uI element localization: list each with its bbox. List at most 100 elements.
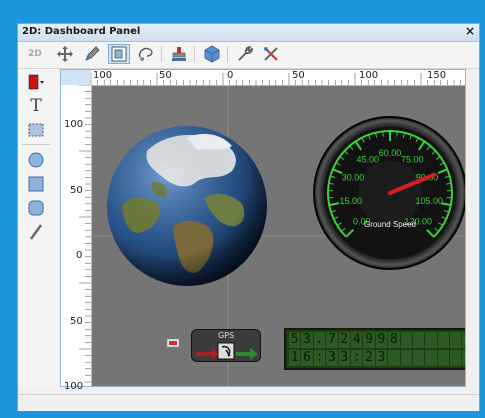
- ruler-label: 150: [427, 70, 447, 81]
- marquee-icon: [28, 123, 44, 137]
- lcd-cell: 2: [363, 350, 375, 366]
- lcd-cell: [412, 332, 425, 348]
- vertical-ruler: 100 50 0 50 100: [61, 85, 92, 392]
- gps-graphic: [196, 342, 258, 360]
- lcd-cell: [400, 332, 412, 348]
- title-bar[interactable]: 2D: Dashboard Panel ×: [18, 24, 479, 42]
- circle-icon: [28, 152, 44, 168]
- earth-globe[interactable]: [107, 126, 267, 286]
- gauge-tick: [396, 131, 398, 137]
- select-button[interactable]: [108, 44, 130, 64]
- toolbar-separator: [194, 46, 195, 62]
- text-icon: T: [30, 96, 42, 116]
- rounded-rect-tool-button[interactable]: [25, 198, 47, 218]
- lcd-cell: [437, 332, 450, 348]
- gauge-label: 45.00: [357, 155, 380, 165]
- shape-button[interactable]: [201, 44, 223, 64]
- color-picker-icon: [28, 74, 44, 90]
- gps-status-icon[interactable]: [166, 338, 180, 348]
- move-button[interactable]: [54, 44, 76, 64]
- lcd-cell: .: [313, 332, 326, 348]
- gauge-title: Ground Speed: [364, 220, 416, 229]
- lcd-cell: [412, 350, 425, 366]
- horizontal-ruler: 100 50 0 50 100 150: [91, 70, 465, 86]
- vertical-ruler-ticks: [79, 85, 91, 383]
- ruler-label: 50: [70, 185, 83, 196]
- pencil-button[interactable]: [81, 44, 103, 64]
- ruler-label: 100: [93, 70, 113, 81]
- wrench-button[interactable]: [234, 44, 256, 64]
- move-icon: [57, 46, 73, 62]
- lcd-cell: 3: [338, 350, 350, 366]
- gps-widget[interactable]: GPS: [191, 329, 261, 362]
- lcd-cell: 3: [375, 350, 388, 366]
- canvas-area: 100 50 0 50 100 150 100 50 0 50 100 0.00…: [60, 69, 466, 392]
- text-tool-button[interactable]: T: [25, 96, 47, 116]
- horizontal-ruler-ticks: [91, 73, 461, 85]
- select-icon: [111, 46, 127, 62]
- gps-lcd-display: 53.724998 16:33:23: [284, 328, 465, 370]
- lcd-cell: 3: [326, 350, 338, 366]
- close-button[interactable]: ×: [465, 24, 475, 38]
- ruler-label: 0: [76, 250, 83, 261]
- gauge-tick: [382, 131, 384, 137]
- wrench-icon: [238, 46, 253, 61]
- ruler-label: 50: [292, 70, 305, 81]
- lcd-cell: [388, 350, 400, 366]
- tools-button[interactable]: [260, 44, 282, 64]
- lcd-cell: [425, 332, 437, 348]
- rectangle-tool-button[interactable]: [25, 174, 47, 194]
- lcd-cell: [400, 350, 412, 366]
- lcd-cell: 9: [363, 332, 375, 348]
- shape-icon: [204, 45, 220, 63]
- lcd-cell: :: [350, 350, 363, 366]
- lcd-cell: 5: [289, 332, 301, 348]
- ground-speed-gauge[interactable]: 0.0015.0030.0045.0060.0075.0090.00105.00…: [313, 116, 465, 270]
- circle-tool-button[interactable]: [25, 150, 47, 170]
- pencil-icon: [85, 46, 100, 61]
- gauge-label: 60.00: [379, 148, 402, 158]
- lcd-cell: [450, 332, 462, 348]
- line-tool-button[interactable]: [25, 222, 47, 242]
- tools-icon: [264, 47, 278, 61]
- lasso-button[interactable]: [135, 44, 157, 64]
- status-bar: [18, 394, 479, 411]
- marquee-button[interactable]: [25, 120, 47, 140]
- ruler-label: 50: [159, 70, 172, 81]
- lcd-cell: 4: [350, 332, 363, 348]
- color-picker-button[interactable]: [25, 72, 47, 92]
- lcd-cell: 9: [375, 332, 388, 348]
- toolbox-separator: [22, 144, 50, 145]
- ruler-label: 0: [227, 70, 234, 81]
- stamp-icon: [172, 47, 186, 61]
- toolbar: 2D: [18, 42, 479, 69]
- mode-2d-label: 2D: [28, 49, 42, 59]
- toolbar-separator: [161, 46, 162, 62]
- lcd-cell: [425, 350, 437, 366]
- line-icon: [30, 224, 42, 240]
- design-view[interactable]: 0.0015.0030.0045.0060.0075.0090.00105.00…: [92, 86, 465, 386]
- panel-title: 2D: Dashboard Panel: [22, 26, 141, 37]
- lcd-cell: 7: [326, 332, 338, 348]
- ruler-label: 100: [64, 381, 84, 392]
- window-frame: 2D: Dashboard Panel × 2D T 100 50 0 50 1…: [0, 0, 485, 418]
- rectangle-icon: [28, 176, 44, 192]
- mode-2d-button[interactable]: 2D: [24, 44, 46, 64]
- gauge-label: 30.00: [342, 173, 365, 183]
- lcd-row-1: 53.724998: [289, 332, 465, 350]
- stamp-button[interactable]: [168, 44, 190, 64]
- left-toolbox: T: [18, 69, 59, 389]
- lcd-cell: [437, 350, 450, 366]
- ruler-label: 100: [64, 119, 84, 130]
- lcd-cell: [462, 332, 465, 348]
- lcd-row-2: 16:33:23: [289, 350, 465, 368]
- lcd-cell: [450, 350, 462, 366]
- ruler-label: 100: [359, 70, 379, 81]
- ruler-corner: [61, 70, 91, 85]
- lcd-cell: 3: [301, 332, 313, 348]
- rounded-rect-icon: [28, 200, 44, 216]
- lasso-icon: [138, 47, 153, 61]
- lcd-cell: 6: [301, 350, 313, 366]
- toolbar-separator: [227, 46, 228, 62]
- lcd-cell: 1: [289, 350, 301, 366]
